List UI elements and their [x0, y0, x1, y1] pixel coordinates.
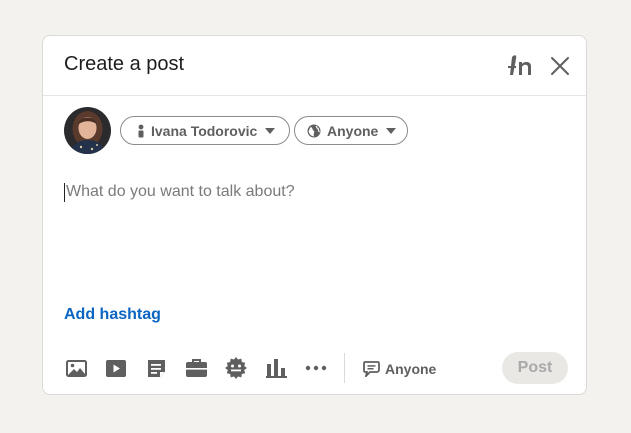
- chevron-down-icon: [265, 127, 276, 134]
- comment-control-button[interactable]: Anyone: [363, 358, 436, 380]
- close-icon[interactable]: [549, 55, 571, 77]
- person-icon: [137, 124, 145, 138]
- ai-writing-assist-icon[interactable]: [507, 53, 535, 77]
- chevron-down-icon: [386, 127, 397, 134]
- job-briefcase-icon[interactable]: [184, 356, 208, 380]
- comment-control-label: Anyone: [385, 361, 437, 377]
- dialog-header: Create a post: [43, 36, 586, 96]
- add-hashtag-link[interactable]: Add hashtag: [64, 306, 161, 324]
- audience-label: Anyone: [327, 122, 379, 139]
- post-text-editor[interactable]: What do you want to talk about?: [64, 180, 524, 204]
- post-toolbar: Anyone Post: [43, 348, 586, 388]
- video-icon[interactable]: [104, 356, 128, 380]
- post-button[interactable]: Post: [502, 352, 568, 384]
- poll-chart-icon[interactable]: [264, 356, 288, 380]
- text-cursor: [64, 182, 65, 202]
- more-icon[interactable]: [304, 356, 328, 380]
- create-post-dialog: Create a post Ivana Todorovic Anyone Wha…: [42, 35, 587, 395]
- audience-selector[interactable]: Anyone: [294, 116, 408, 145]
- avatar: [64, 107, 111, 154]
- celebrate-badge-icon[interactable]: [224, 356, 248, 380]
- photo-icon[interactable]: [64, 356, 88, 380]
- author-selector[interactable]: Ivana Todorovic: [120, 116, 290, 145]
- dialog-title: Create a post: [64, 53, 185, 75]
- editor-placeholder: What do you want to talk about?: [66, 183, 295, 200]
- toolbar-divider: [344, 353, 345, 383]
- document-icon[interactable]: [144, 356, 168, 380]
- author-name: Ivana Todorovic: [151, 122, 258, 139]
- globe-icon: [307, 124, 321, 138]
- comment-icon: [363, 361, 380, 377]
